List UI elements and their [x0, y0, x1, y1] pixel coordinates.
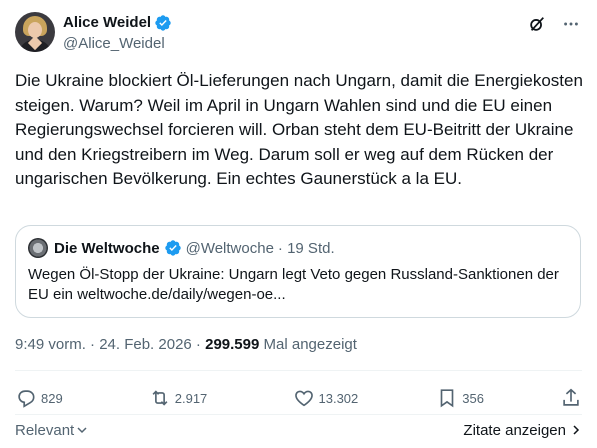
- repost-icon: [152, 390, 168, 406]
- tweet-text: Die Ukraine blockiert Öl-Lieferungen nac…: [15, 71, 583, 188]
- repost-button[interactable]: 2.917: [149, 387, 259, 409]
- chevron-right-icon: [573, 425, 580, 435]
- reply-count: 829: [41, 390, 63, 406]
- quoted-author-name: Die Weltwoche: [54, 239, 160, 257]
- header-actions: [527, 14, 581, 34]
- verified-badge-icon[interactable]: [154, 14, 172, 32]
- tweet-header: Alice Weidel @Alice_Weidel: [15, 12, 585, 56]
- like-count: 13.302: [318, 390, 359, 406]
- sort-label: Relevant: [15, 421, 75, 439]
- view-quotes-label: Zitate anzeigen: [463, 421, 566, 439]
- author-display-name[interactable]: Alice Weidel: [63, 13, 172, 33]
- like-button[interactable]: 13.302: [293, 387, 403, 409]
- view-count-label: Mal angezeigt: [263, 336, 357, 353]
- author-handle[interactable]: @Alice_Weidel: [63, 34, 172, 54]
- author-avatar[interactable]: [15, 12, 55, 52]
- reply-icon: [18, 390, 35, 408]
- bookmark-icon: [440, 389, 454, 408]
- heart-icon: [294, 390, 313, 407]
- view-count: 299.599: [205, 336, 260, 353]
- quoted-verified-badge-icon: [164, 240, 181, 256]
- replies-footer: Relevant Zitate anzeigen: [15, 419, 582, 441]
- author-names: Alice Weidel @Alice_Weidel: [63, 13, 172, 54]
- tweet-meta: 9:49 vorm. · 24. Feb. 2026 · 299.599 Mal…: [15, 335, 357, 355]
- divider: [15, 370, 582, 371]
- bookmark-button[interactable]: 356: [436, 387, 526, 409]
- quoted-tweet-header: Die Weltwoche @Weltwoche · 19 Std.: [28, 238, 568, 258]
- quoted-tweet-text: Wegen Öl-Stopp der Ukraine: Ungarn legt …: [28, 266, 559, 303]
- sort-dropdown[interactable]: Relevant: [15, 419, 88, 441]
- author-name-text[interactable]: Alice Weidel: [63, 13, 151, 33]
- more-icon[interactable]: [561, 14, 581, 34]
- chevron-down-icon: [77, 427, 87, 434]
- share-icon: [563, 388, 579, 406]
- tweet-actions: 829 2.917 13.302 356: [15, 383, 582, 413]
- quoted-tweet-time: · 19 Std.: [277, 239, 335, 257]
- quoted-tweet[interactable]: Die Weltwoche @Weltwoche · 19 Std. Wegen…: [15, 225, 581, 318]
- grok-icon[interactable]: [527, 14, 547, 34]
- repost-count: 2.917: [174, 390, 208, 406]
- quoted-author-avatar: [28, 238, 48, 258]
- quoted-author-handle: @Weltwoche: [185, 239, 274, 257]
- tweet-timestamp[interactable]: 9:49 vorm. · 24. Feb. 2026 ·: [15, 336, 201, 353]
- reply-button[interactable]: 829: [15, 387, 115, 409]
- share-button[interactable]: [560, 387, 582, 409]
- divider: [15, 414, 582, 415]
- view-quotes-link[interactable]: Zitate anzeigen: [463, 419, 582, 441]
- bookmark-count: 356: [462, 390, 484, 406]
